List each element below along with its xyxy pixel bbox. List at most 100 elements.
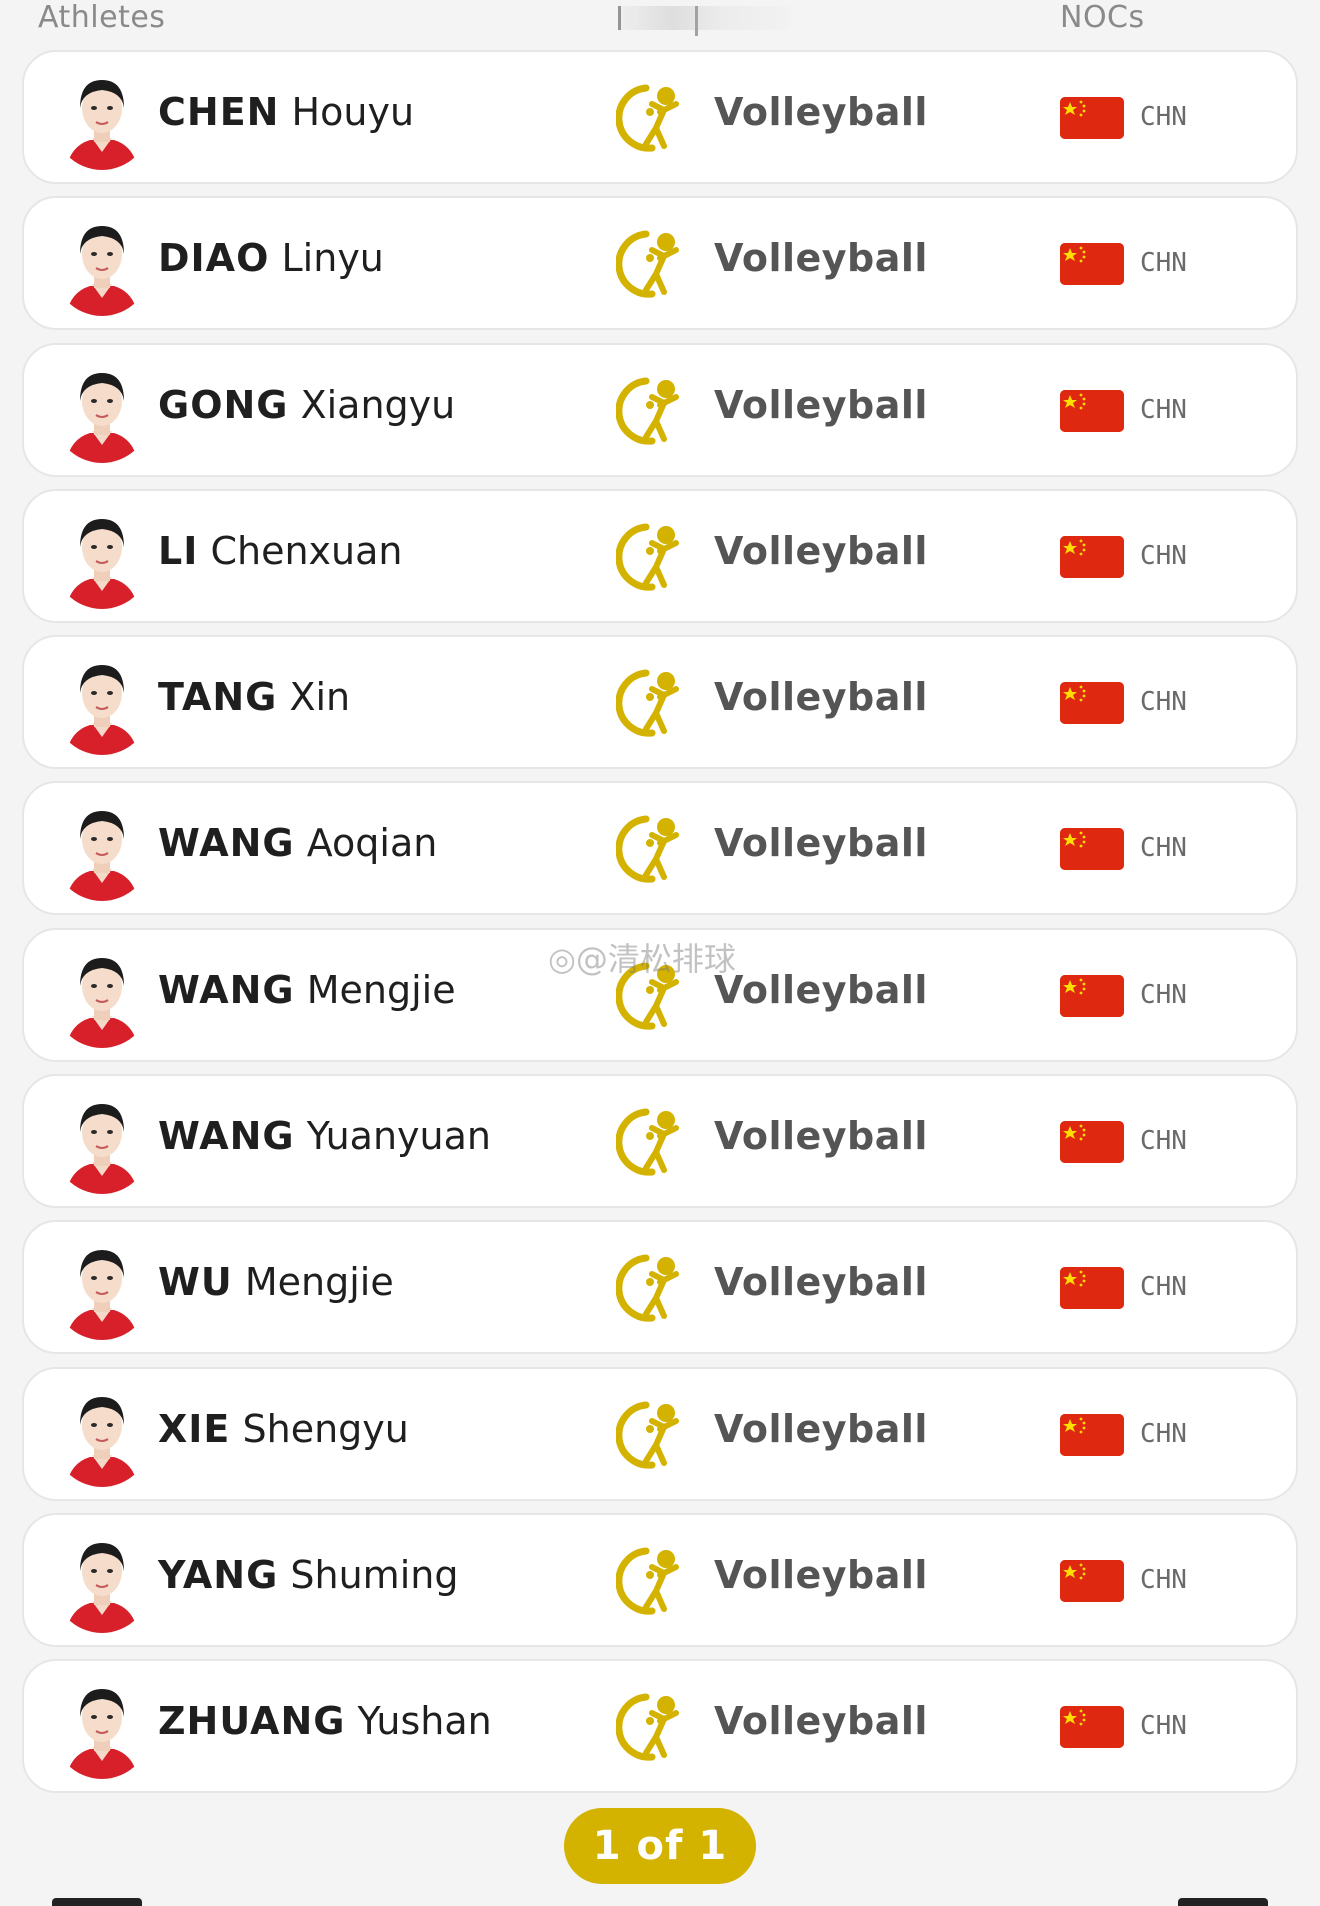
athlete-row[interactable]: GONG Xiangyu Volleyball CHN	[22, 342, 1298, 477]
athlete-name[interactable]: GONG Xiangyu	[158, 383, 455, 427]
athlete-noc: CHN	[1140, 394, 1187, 425]
athlete-sport: Volleyball	[714, 821, 928, 866]
china-flag-icon	[1060, 974, 1124, 1017]
bottom-edge-right	[1178, 1898, 1268, 1906]
athlete-name[interactable]: LI Chenxuan	[158, 529, 402, 573]
athlete-noc: CHN	[1140, 1126, 1187, 1157]
athlete-surname: WANG	[158, 1114, 295, 1159]
athlete-sport: Volleyball	[714, 675, 928, 720]
athletes-column-header[interactable]: Athletes	[38, 0, 165, 35]
athlete-avatar	[52, 797, 152, 902]
nocs-column-header[interactable]: NOCs	[1060, 0, 1145, 35]
athlete-row[interactable]: XIE Shengyu Volleyball CHN	[22, 1366, 1298, 1501]
athlete-noc: CHN	[1140, 1564, 1187, 1595]
athlete-row[interactable]: DIAO Linyu Volleyball CHN	[22, 196, 1298, 331]
athlete-sport: Volleyball	[714, 1260, 928, 1305]
athlete-name[interactable]: DIAO Linyu	[158, 236, 384, 280]
athlete-given-name: Aoqian	[306, 821, 438, 866]
athlete-surname: ZHUANG	[158, 1699, 346, 1744]
athlete-name[interactable]: WU Mengjie	[158, 1260, 394, 1304]
volleyball-pictogram-icon	[615, 1545, 686, 1619]
athlete-given-name: Yuanyuan	[306, 1114, 491, 1159]
athlete-avatar	[52, 1528, 152, 1633]
pagination-indicator[interactable]: 1 of 1	[564, 1808, 756, 1884]
volleyball-pictogram-icon	[615, 82, 686, 156]
athlete-noc: CHN	[1140, 248, 1187, 279]
athlete-given-name: Yushan	[357, 1699, 492, 1744]
weibo-logo-icon: ◎	[548, 940, 576, 978]
table-header: Athletes NOCs	[0, 0, 1320, 48]
athlete-row[interactable]: CHEN Houyu Volleyball CHN	[22, 50, 1298, 184]
athlete-surname: WANG	[158, 967, 295, 1012]
athlete-sport: Volleyball	[714, 528, 928, 573]
athlete-surname: YANG	[158, 1552, 279, 1597]
athlete-row[interactable]: ZHUANG Yushan Volleyball CHN	[22, 1659, 1298, 1794]
watermark: ◎@清松排球	[548, 940, 736, 978]
athlete-row[interactable]: WU Mengjie Volleyball CHN	[22, 1220, 1298, 1355]
athlete-row[interactable]: YANG Shuming Volleyball CHN	[22, 1512, 1298, 1647]
athlete-noc: CHN	[1140, 1272, 1187, 1303]
athlete-noc: CHN	[1140, 102, 1187, 132]
athlete-row[interactable]: TANG Xin Volleyball CHN	[22, 635, 1298, 770]
athlete-sport: Volleyball	[714, 1406, 928, 1451]
discipline-column-header[interactable]	[618, 0, 791, 36]
athlete-noc: CHN	[1140, 540, 1187, 571]
china-flag-icon	[1060, 1706, 1124, 1749]
china-flag-icon	[1060, 97, 1124, 139]
athlete-surname: TANG	[158, 675, 278, 720]
bottom-edge-left	[52, 1898, 142, 1906]
athlete-given-name: Xiangyu	[300, 382, 456, 427]
athlete-noc: CHN	[1140, 833, 1187, 864]
athlete-surname: GONG	[158, 382, 289, 427]
athlete-name[interactable]: ZHUANG Yushan	[158, 1699, 492, 1743]
china-flag-icon	[1060, 1267, 1124, 1310]
athlete-name[interactable]: WANG Aoqian	[158, 821, 437, 865]
china-flag-icon	[1060, 682, 1124, 725]
athlete-avatar	[52, 1382, 152, 1487]
athlete-given-name: Chenxuan	[210, 528, 403, 573]
athlete-avatar	[52, 943, 152, 1048]
athlete-given-name: Mengjie	[306, 967, 456, 1012]
china-flag-icon	[1060, 1121, 1124, 1164]
athlete-given-name: Linyu	[281, 236, 384, 281]
athlete-row[interactable]: WANG Aoqian Volleyball CHN	[22, 781, 1298, 916]
volleyball-pictogram-icon	[615, 521, 686, 595]
athlete-name[interactable]: CHEN Houyu	[158, 90, 414, 134]
athlete-avatar	[52, 212, 152, 317]
volleyball-pictogram-icon	[615, 1106, 686, 1180]
athlete-sport: Volleyball	[714, 1114, 928, 1159]
athlete-avatar	[52, 1090, 152, 1195]
athlete-sport: Volleyball	[714, 1699, 928, 1744]
athlete-given-name: Mengjie	[244, 1260, 394, 1305]
athlete-sport: Volleyball	[714, 1552, 928, 1597]
athlete-list: CHEN Houyu Volleyball CHN DIAO Linyu Vol…	[22, 50, 1298, 1806]
athlete-noc: CHN	[1140, 687, 1187, 718]
athlete-name[interactable]: TANG Xin	[158, 675, 350, 719]
athlete-given-name: Shengyu	[242, 1406, 409, 1451]
volleyball-pictogram-icon	[615, 667, 686, 741]
athlete-noc: CHN	[1140, 979, 1187, 1010]
athlete-name[interactable]: YANG Shuming	[158, 1553, 458, 1597]
athlete-row[interactable]: LI Chenxuan Volleyball CHN	[22, 488, 1298, 623]
athlete-sport: Volleyball	[714, 382, 928, 427]
athlete-row[interactable]: WANG Yuanyuan Volleyball CHN	[22, 1074, 1298, 1209]
athlete-avatar	[52, 1236, 152, 1341]
athlete-surname: WU	[158, 1260, 233, 1305]
athlete-name[interactable]: WANG Yuanyuan	[158, 1114, 491, 1158]
athlete-noc: CHN	[1140, 1418, 1187, 1449]
athlete-avatar	[52, 1675, 152, 1780]
athlete-name[interactable]: XIE Shengyu	[158, 1407, 409, 1451]
athlete-avatar	[52, 504, 152, 609]
athlete-surname: CHEN	[158, 90, 280, 134]
athlete-surname: DIAO	[158, 236, 270, 281]
china-flag-icon	[1060, 243, 1124, 286]
china-flag-icon	[1060, 1559, 1124, 1602]
volleyball-pictogram-icon	[615, 1252, 686, 1326]
athlete-surname: WANG	[158, 821, 295, 866]
athlete-sport: Volleyball	[714, 90, 928, 134]
athlete-surname: LI	[158, 528, 199, 573]
athlete-name[interactable]: WANG Mengjie	[158, 968, 456, 1012]
china-flag-icon	[1060, 828, 1124, 871]
athlete-sport: Volleyball	[714, 236, 928, 281]
athlete-avatar	[52, 358, 152, 463]
